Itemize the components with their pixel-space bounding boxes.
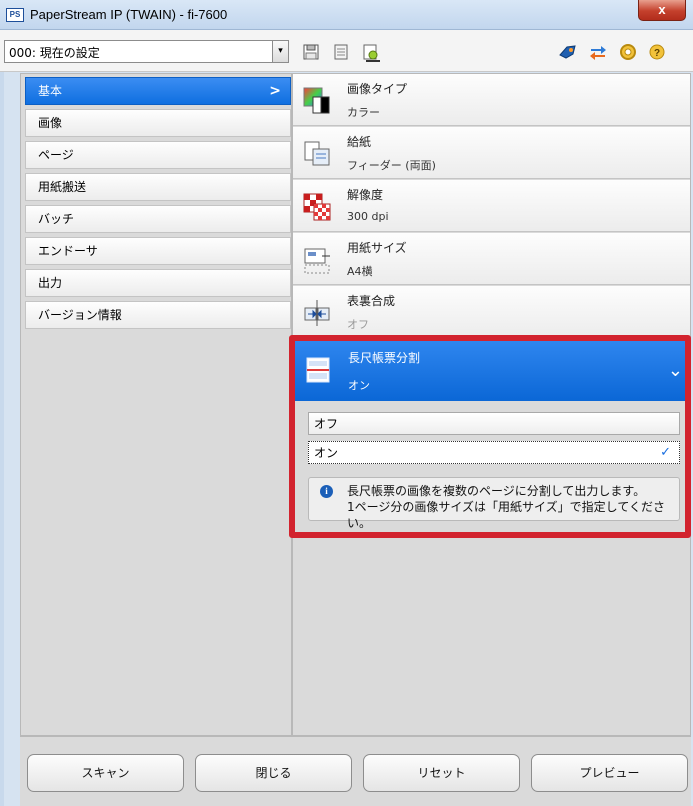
profile-select[interactable]: 000: 現在の設定 ▾ — [4, 40, 289, 63]
checkmark-icon: ✓ — [660, 445, 671, 460]
app-icon: PS — [6, 8, 24, 22]
setting-paper-size[interactable]: 用紙サイズ A4横 — [293, 233, 690, 285]
delete-icon[interactable] — [330, 41, 352, 63]
setting-title: 解像度 — [347, 188, 384, 202]
nav-item-version-info[interactable]: バージョン情報 — [25, 301, 291, 329]
long-page-split-icon — [303, 355, 333, 385]
preview-button[interactable]: プレビュー — [531, 754, 688, 792]
close-window-button[interactable]: x — [638, 0, 686, 21]
setting-title: 給紙 — [347, 135, 372, 149]
window-title: PaperStream IP (TWAIN) - fi-7600 — [30, 7, 228, 22]
scan-button[interactable]: スキャン — [27, 754, 184, 792]
nav-item-label: 用紙搬送 — [38, 180, 87, 194]
setting-image-type[interactable]: 画像タイプ カラー — [293, 74, 690, 126]
nav-item-label: ページ — [38, 148, 74, 162]
category-nav: 基本 > 画像 ページ 用紙搬送 バッチ エンドーサ 出力 バージョン情報 — [20, 73, 292, 736]
svg-text:?: ? — [654, 48, 660, 59]
nav-item-label: エンドーサ — [38, 244, 98, 258]
save-icon[interactable] — [300, 41, 322, 63]
paper-size-icon — [302, 245, 332, 275]
nav-item-image[interactable]: 画像 — [25, 109, 291, 137]
info-line-1: 長尺帳票の画像を複数のページに分割して出力します。 — [347, 484, 646, 498]
setting-value: A4横 — [347, 265, 373, 278]
chevron-right-icon: > — [269, 83, 281, 99]
info-icon: i — [320, 485, 333, 498]
setting-title: 画像タイプ — [347, 82, 408, 96]
info-text: 長尺帳票の画像を複数のページに分割して出力します。 1ページ分の画像サイズは「用… — [347, 483, 679, 531]
nav-item-label: バージョン情報 — [38, 308, 122, 322]
reset-button[interactable]: リセット — [363, 754, 520, 792]
title-bar[interactable]: PS PaperStream IP (TWAIN) - fi-7600 x — [0, 0, 693, 30]
swap-icon[interactable] — [587, 41, 609, 63]
close-button[interactable]: 閉じる — [195, 754, 352, 792]
setting-resolution[interactable]: 解像度 300 dpi — [293, 180, 690, 232]
paper-source-icon — [302, 139, 332, 169]
settings-icon[interactable] — [617, 41, 639, 63]
window-frame-left — [0, 30, 4, 806]
setting-merge[interactable]: 表裏合成 オフ — [293, 286, 690, 338]
options-area: オフ オン ✓ i 長尺帳票の画像を複数のページに分割して出力します。 1ページ… — [294, 401, 691, 535]
option-label: オフ — [314, 417, 339, 431]
setting-paper-source[interactable]: 給紙 フィーダー (両面) — [293, 127, 690, 179]
setting-long-page-split[interactable]: 長尺帳票分割 オン ⌄ — [294, 341, 691, 401]
nav-item-label: 画像 — [38, 116, 63, 130]
close-icon: x — [658, 2, 666, 17]
setting-value: カラー — [347, 106, 380, 119]
quick-icon[interactable] — [557, 41, 579, 63]
nav-item-batch[interactable]: バッチ — [25, 205, 291, 233]
option-on[interactable]: オン ✓ — [308, 441, 680, 464]
info-line-2: 1ページ分の画像サイズは「用紙サイズ」で指定してください。 — [347, 500, 665, 530]
info-box: i 長尺帳票の画像を複数のページに分割して出力します。 1ページ分の画像サイズは… — [308, 477, 680, 530]
profile-value: 000: 現在の設定 — [9, 46, 100, 60]
help-icon[interactable]: ? — [646, 41, 668, 63]
nav-item-label: 基本 — [38, 84, 63, 98]
setting-title: 表裏合成 — [347, 294, 396, 308]
setting-title: 用紙サイズ — [347, 241, 407, 255]
nav-item-paper-handling[interactable]: 用紙搬送 — [25, 173, 291, 201]
merge-icon — [302, 298, 332, 328]
edit-profile-icon[interactable] — [360, 41, 382, 63]
option-off[interactable]: オフ — [308, 412, 680, 435]
setting-value: フィーダー (両面) — [347, 159, 436, 172]
resolution-icon — [302, 192, 332, 222]
nav-item-basic[interactable]: 基本 > — [25, 77, 291, 105]
setting-value: オフ — [347, 318, 369, 331]
nav-item-page[interactable]: ページ — [25, 141, 291, 169]
nav-item-output[interactable]: 出力 — [25, 269, 291, 297]
option-label: オン — [314, 446, 339, 460]
expanded-title: 長尺帳票分割 — [348, 351, 421, 365]
chevron-down-icon[interactable]: ▾ — [272, 41, 288, 62]
nav-item-label: バッチ — [38, 212, 75, 226]
image-type-icon — [302, 86, 332, 116]
nav-item-label: 出力 — [38, 276, 63, 290]
nav-item-endorser[interactable]: エンドーサ — [25, 237, 291, 265]
setting-value: 300 dpi — [347, 210, 389, 223]
chevron-down-icon[interactable]: ⌄ — [668, 360, 683, 381]
expanded-value: オン — [348, 379, 370, 392]
